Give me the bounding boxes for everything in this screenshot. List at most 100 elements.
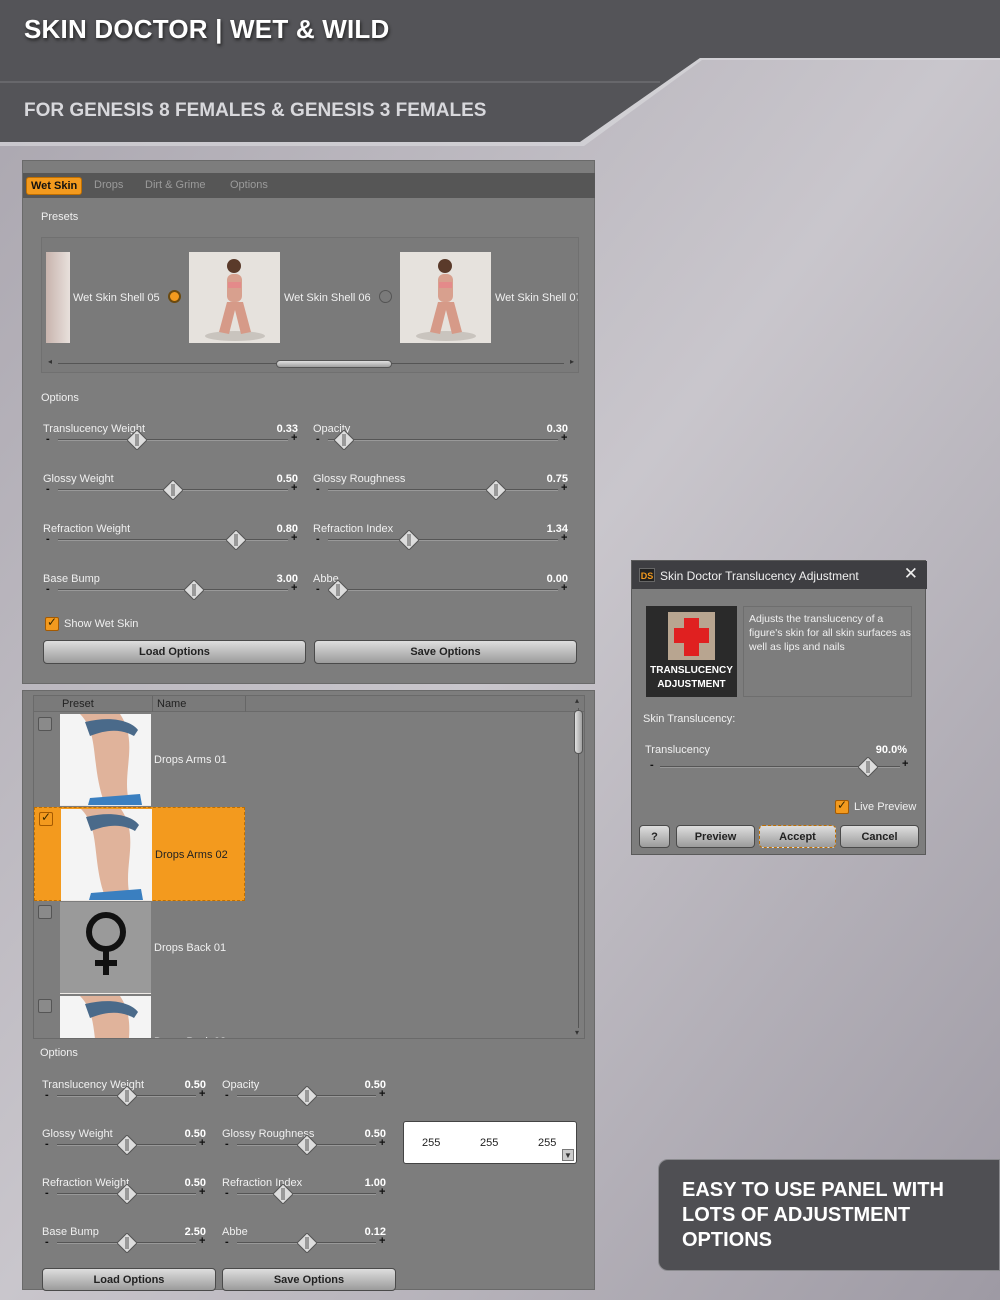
color-swatch[interactable]: 255 255 255 ▼: [403, 1121, 577, 1164]
slider-minus-icon[interactable]: -: [316, 483, 320, 495]
preset-thumbnail[interactable]: [46, 252, 70, 343]
slider-plus-icon[interactable]: +: [199, 1088, 205, 1100]
slider-minus-icon[interactable]: -: [45, 1236, 49, 1248]
slider-handle[interactable]: [127, 430, 148, 450]
row-checkbox[interactable]: [38, 999, 52, 1013]
row-checkbox[interactable]: [38, 717, 52, 731]
slider-minus-icon[interactable]: -: [45, 1187, 49, 1199]
slider-minus-icon[interactable]: -: [45, 1089, 49, 1101]
slider-plus-icon[interactable]: +: [561, 582, 567, 594]
slider-minus-icon[interactable]: -: [225, 1187, 229, 1199]
slider-minus-icon[interactable]: -: [45, 1138, 49, 1150]
table-row[interactable]: ✓ Drops Arms 02: [34, 807, 245, 901]
cancel-button[interactable]: Cancel: [840, 825, 919, 848]
preset-radio[interactable]: [379, 290, 392, 303]
slider-plus-icon[interactable]: +: [291, 432, 297, 444]
slider-handle[interactable]: [858, 757, 878, 777]
slider-minus-icon[interactable]: -: [225, 1138, 229, 1150]
slider-handle[interactable]: [116, 1086, 137, 1106]
scroll-down-icon[interactable]: ▾: [575, 1028, 579, 1037]
slider-plus-icon[interactable]: +: [199, 1137, 205, 1149]
table-row[interactable]: Drops Arms 01: [34, 713, 245, 807]
accept-button[interactable]: Accept: [759, 825, 836, 848]
close-icon[interactable]: ✕: [904, 564, 918, 584]
load-options-button[interactable]: Load Options: [42, 1268, 216, 1291]
preset-label[interactable]: Wet Skin Shell 05: [73, 292, 160, 304]
table-row[interactable]: Drops Back 02: [34, 995, 245, 1038]
slider-plus-icon[interactable]: +: [379, 1088, 385, 1100]
slider-handle[interactable]: [296, 1233, 317, 1253]
slider-track[interactable]: [328, 539, 558, 541]
tab-dirt-grime[interactable]: Dirt & Grime: [145, 179, 206, 191]
scroll-left-icon[interactable]: ◂: [48, 357, 52, 366]
dialog-titlebar[interactable]: DS Skin Doctor Translucency Adjustment ✕: [632, 561, 927, 589]
tab-drops[interactable]: Drops: [94, 179, 123, 191]
slider-plus-icon[interactable]: +: [199, 1186, 205, 1198]
slider-plus-icon[interactable]: +: [291, 532, 297, 544]
show-wet-skin-checkbox[interactable]: ✓: [45, 615, 59, 631]
column-header-preset[interactable]: Preset: [62, 698, 94, 710]
slider-handle[interactable]: [163, 480, 183, 500]
preset-thumbnail[interactable]: [400, 252, 491, 343]
slider-handle[interactable]: [116, 1233, 137, 1253]
slider-handle[interactable]: [184, 580, 204, 600]
slider-track[interactable]: [328, 489, 558, 491]
slider-minus-icon[interactable]: -: [225, 1236, 229, 1248]
row-checkbox[interactable]: [38, 905, 52, 919]
column-header-name[interactable]: Name: [157, 698, 186, 710]
slider-plus-icon[interactable]: +: [291, 582, 297, 594]
slider-minus-icon[interactable]: -: [46, 483, 50, 495]
slider-plus-icon[interactable]: +: [379, 1137, 385, 1149]
slider-plus-icon[interactable]: +: [561, 532, 567, 544]
row-checkbox[interactable]: ✓: [39, 810, 53, 826]
slider-minus-icon[interactable]: -: [46, 533, 50, 545]
slider-track[interactable]: [328, 439, 558, 441]
slider-plus-icon[interactable]: +: [902, 758, 908, 770]
scroll-thumb[interactable]: [276, 360, 392, 368]
tab-wet-skin[interactable]: Wet Skin: [26, 177, 83, 195]
preset-radio[interactable]: [168, 290, 181, 303]
slider-handle[interactable]: [485, 480, 506, 500]
slider-track[interactable]: [237, 1193, 376, 1195]
tab-options[interactable]: Options: [230, 179, 268, 191]
slider-handle[interactable]: [226, 530, 246, 550]
slider-plus-icon[interactable]: +: [379, 1186, 385, 1198]
scroll-right-icon[interactable]: ▸: [570, 357, 574, 366]
table-scrollbar[interactable]: ▴ ▾: [572, 696, 584, 1038]
slider-plus-icon[interactable]: +: [291, 482, 297, 494]
slider-minus-icon[interactable]: -: [46, 583, 50, 595]
slider-track[interactable]: [58, 589, 288, 591]
load-options-button[interactable]: Load Options: [43, 640, 306, 664]
slider-handle[interactable]: [334, 430, 355, 450]
slider-handle[interactable]: [296, 1086, 317, 1106]
save-options-button[interactable]: Save Options: [314, 640, 577, 664]
slider-handle[interactable]: [328, 580, 348, 600]
slider-plus-icon[interactable]: +: [561, 432, 567, 444]
slider-minus-icon[interactable]: -: [316, 433, 320, 445]
help-button[interactable]: ?: [639, 825, 670, 848]
slider-handle[interactable]: [399, 530, 420, 550]
slider-track[interactable]: [58, 539, 288, 541]
slider-minus-icon[interactable]: -: [225, 1089, 229, 1101]
slider-minus-icon[interactable]: -: [316, 533, 320, 545]
slider-handle[interactable]: [116, 1135, 137, 1155]
slider-minus-icon[interactable]: -: [46, 433, 50, 445]
preview-button[interactable]: Preview: [676, 825, 755, 848]
gallery-scrollbar[interactable]: ◂ ▸: [48, 357, 574, 368]
dropdown-arrow-icon[interactable]: ▼: [562, 1149, 574, 1161]
slider-handle[interactable]: [272, 1184, 293, 1204]
slider-handle[interactable]: [116, 1184, 137, 1204]
slider-track[interactable]: [328, 589, 558, 591]
scroll-up-icon[interactable]: ▴: [575, 696, 579, 705]
save-options-button[interactable]: Save Options: [222, 1268, 396, 1291]
live-preview-checkbox[interactable]: ✓: [835, 798, 849, 814]
table-row[interactable]: Drops Back 01: [34, 901, 245, 995]
slider-plus-icon[interactable]: +: [561, 482, 567, 494]
scroll-thumb[interactable]: [574, 710, 583, 754]
slider-plus-icon[interactable]: +: [199, 1235, 205, 1247]
slider-handle[interactable]: [296, 1135, 317, 1155]
preset-label[interactable]: Wet Skin Shell 07: [495, 292, 578, 304]
slider-track[interactable]: [58, 439, 288, 441]
preset-thumbnail[interactable]: [189, 252, 280, 343]
preset-label[interactable]: Wet Skin Shell 06: [284, 292, 371, 304]
